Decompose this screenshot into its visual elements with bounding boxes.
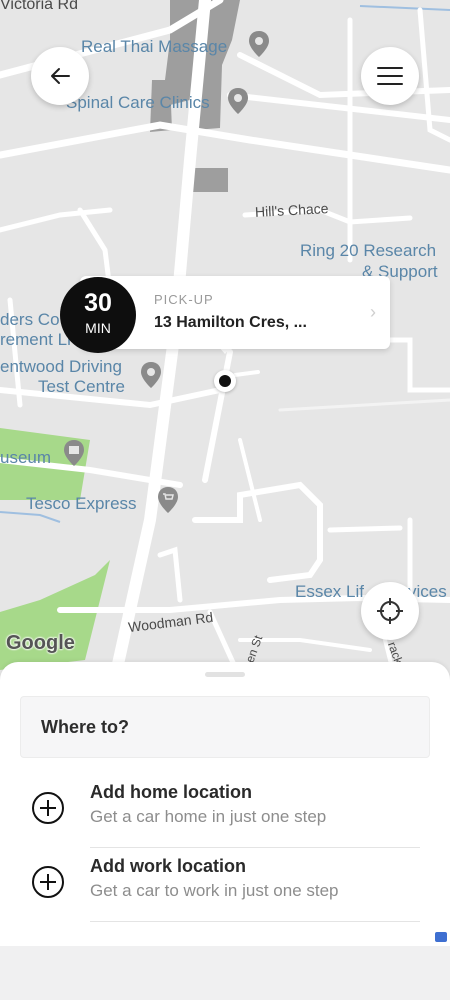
poi-pin-icon[interactable] (249, 31, 269, 57)
add-home-subtitle: Get a car home in just one step (90, 807, 327, 826)
pickup-label: PICK-UP (154, 292, 214, 307)
map-label-essex[interactable]: Essex Lif (295, 582, 364, 602)
hamburger-icon (377, 67, 403, 85)
bottom-bar (0, 946, 450, 1000)
arrow-left-icon (51, 68, 70, 84)
add-home-location-row[interactable]: Add home location Get a car home in just… (0, 774, 450, 848)
map-label-tesco[interactable]: Tesco Express (26, 494, 137, 514)
google-logo: Google (6, 632, 75, 654)
map-label-victoria-rd: Victoria Rd (0, 0, 78, 13)
plus-circle-icon (32, 866, 64, 898)
briefcase-icon (435, 932, 447, 942)
poi-pin-icon[interactable] (228, 88, 248, 114)
where-to-label: Where to? (41, 717, 129, 737)
map-label-brentwood-line2: Test Centre (38, 377, 125, 396)
museum-pin-icon[interactable] (64, 440, 84, 466)
shopping-cart-pin-icon[interactable] (158, 487, 178, 513)
locate-me-button[interactable] (361, 582, 419, 640)
add-work-subtitle: Get a car to work in just one step (90, 881, 339, 900)
map-label-ders-co: ders Co (0, 310, 60, 329)
chevron-right-icon: › (370, 302, 376, 322)
map-label-brentwood[interactable]: entwood Driving (0, 357, 122, 377)
map-label-ring20[interactable]: Ring 20 Research (300, 241, 436, 261)
pickup-marker (214, 370, 236, 392)
menu-button[interactable] (361, 47, 419, 105)
map-label-museum[interactable]: useum (0, 448, 51, 468)
plus-circle-icon (32, 792, 64, 824)
row-divider (90, 921, 420, 922)
crosshair-icon (377, 598, 403, 624)
map-label-real-thai[interactable]: Real Thai Massage (81, 37, 227, 57)
sheet-handle[interactable] (205, 672, 245, 677)
pickup-address: 13 Hamilton Cres, ... (154, 314, 307, 331)
bottom-sheet: Where to? Add home location Get a car ho… (0, 662, 450, 946)
eta-value: 30 (84, 289, 112, 317)
add-home-title: Add home location (90, 782, 252, 802)
eta-unit: MIN (85, 320, 111, 336)
eta-badge: 30 MIN (60, 277, 136, 353)
where-to-input[interactable]: Where to? (20, 696, 430, 758)
add-work-title: Add work location (90, 856, 247, 876)
add-work-location-row[interactable]: Add work location Get a car to work in j… (0, 848, 450, 922)
map-label-spinal-care[interactable]: Spinal Care Clinics (66, 93, 210, 113)
poi-pin-icon[interactable] (141, 362, 161, 388)
back-button[interactable] (31, 47, 89, 105)
